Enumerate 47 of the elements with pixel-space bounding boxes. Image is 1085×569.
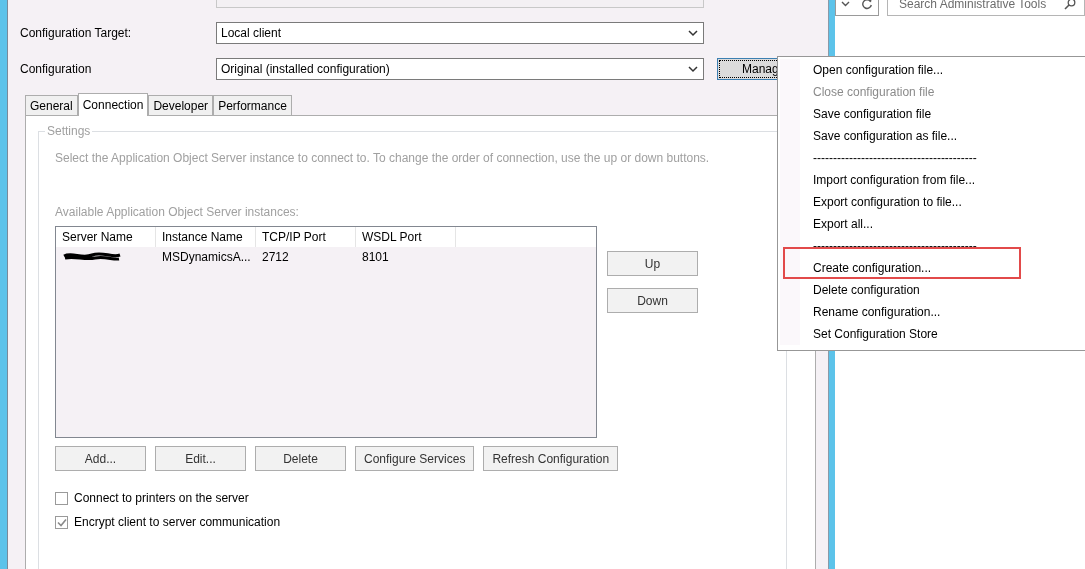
list-label: Available Application Object Server instances: <box>55 205 300 219</box>
menu-separator: ----------------------------------------- <box>813 151 977 165</box>
menu-item[interactable]: Set Configuration Store <box>813 327 938 341</box>
chevron-down-icon <box>688 29 698 37</box>
search-icon <box>1064 0 1076 10</box>
table-cell-text: MSDynamicsA... <box>161 249 252 264</box>
server-list[interactable]: Server Name Instance Name TCP/IP Port WSDL Port MSDynamicsA... 2712 8101 <box>55 226 597 438</box>
table-cell-text: 2712 <box>261 249 290 264</box>
action-button[interactable]: Add... <box>55 446 146 471</box>
dropdown[interactable]: Local client <box>216 22 704 44</box>
field-label: Configuration <box>20 62 93 76</box>
menu-item[interactable]: Rename configuration... <box>813 305 941 319</box>
menu-item[interactable]: Save configuration file <box>813 107 932 121</box>
checkbox-label: Connect to printers on the server <box>74 491 249 505</box>
tab[interactable]: General <box>25 95 78 115</box>
table-cell-text: 8101 <box>361 249 390 264</box>
menu-item[interactable]: Import configuration from file... <box>813 173 976 187</box>
menu-item[interactable]: Export configuration to file... <box>813 195 962 209</box>
menu-separator: ----------------------------------------- <box>813 239 977 253</box>
menu-item[interactable]: Export all... <box>813 217 874 231</box>
menu-item[interactable]: Create configuration... <box>813 261 932 275</box>
checkbox[interactable] <box>55 515 68 529</box>
menu-item[interactable]: Delete configuration <box>813 283 920 297</box>
checkbox[interactable] <box>55 491 68 505</box>
refresh-icon <box>860 0 873 10</box>
column-header[interactable]: Server Name <box>56 227 156 247</box>
column-header[interactable]: WSDL Port <box>356 227 456 247</box>
tab[interactable]: Developer <box>148 95 214 115</box>
menu-item[interactable]: Save configuration as file... <box>813 129 958 143</box>
dropdown[interactable]: Original (installed configuration) <box>216 58 704 80</box>
description-text: Select the Application Object Server instance to connect to. To change the order of connection, use the up or down buttons. <box>55 151 711 165</box>
action-button[interactable]: Refresh Configuration <box>483 446 619 471</box>
field-label: Configuration Target: <box>20 26 133 40</box>
chevron-down-icon <box>688 65 698 73</box>
tab[interactable]: Connection <box>77 93 149 116</box>
move-button[interactable]: Up <box>607 251 698 276</box>
chevron-down-icon <box>841 0 851 7</box>
move-button[interactable]: Down <box>607 288 698 313</box>
action-button[interactable]: Configure Services <box>355 446 475 471</box>
action-button[interactable]: Delete <box>255 446 346 471</box>
redaction-scribble <box>62 251 122 261</box>
action-button[interactable]: Edit... <box>155 446 246 471</box>
checkbox-label: Encrypt client to server communication <box>74 515 281 529</box>
group-title: Settings <box>46 124 92 138</box>
column-header[interactable]: Instance Name <box>156 227 256 247</box>
tab[interactable]: Performance <box>213 95 292 115</box>
column-header[interactable]: TCP/IP Port <box>256 227 356 247</box>
